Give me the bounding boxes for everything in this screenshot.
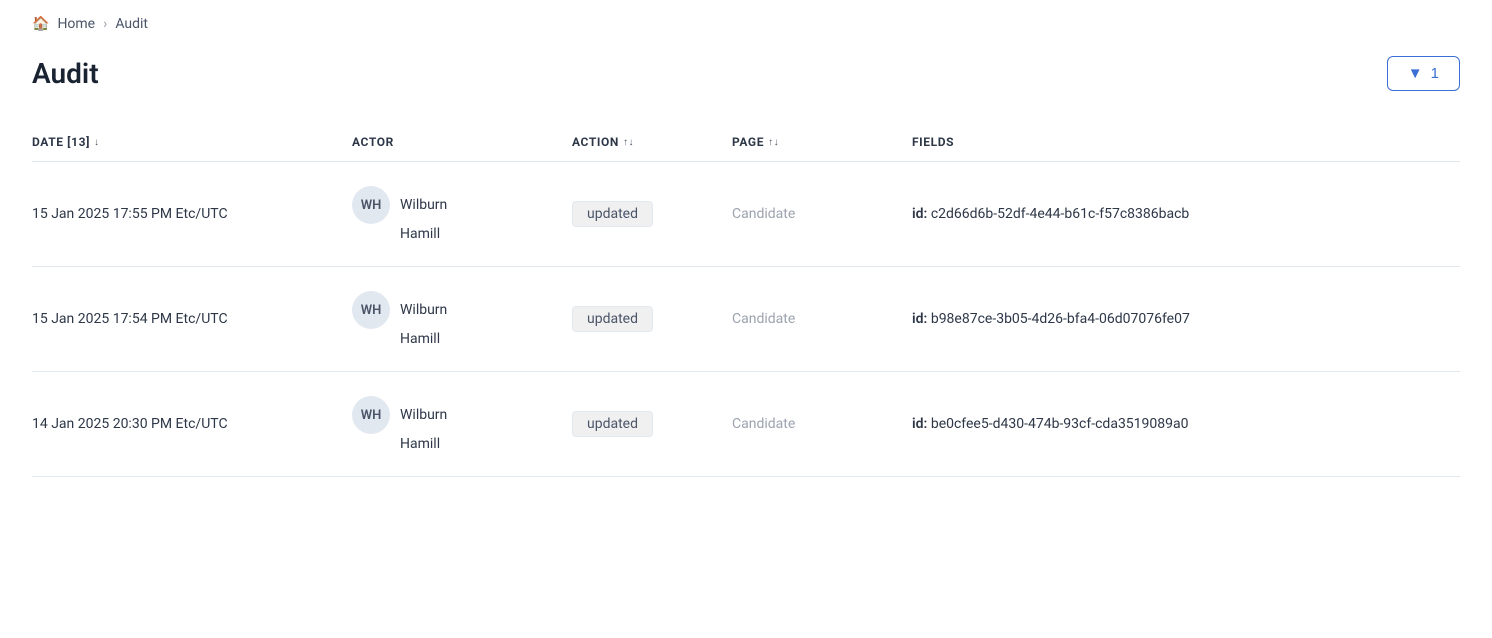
filter-button[interactable]: ▼ 1 xyxy=(1387,56,1460,91)
filter-icon: ▼ xyxy=(1408,65,1423,82)
column-actor: ACTOR xyxy=(352,135,572,149)
table-row: 15 Jan 2025 17:55 PM Etc/UTC WH Wilburn … xyxy=(32,162,1460,267)
audit-table: DATE [13] ↓ ACTOR ACTION ↑↓ PAGE ↑↓ FIEL… xyxy=(32,123,1460,477)
column-fields: FIELDS xyxy=(912,135,1460,149)
filter-count: 1 xyxy=(1431,65,1439,82)
fields-cell: id: be0cfee5-d430-474b-93cf-cda3519089a0 xyxy=(912,416,1460,432)
breadcrumb: 🏠 Home › Audit xyxy=(32,16,1460,32)
avatar: WH xyxy=(352,396,390,434)
table-header: DATE [13] ↓ ACTOR ACTION ↑↓ PAGE ↑↓ FIEL… xyxy=(32,123,1460,162)
actor-cell: WH Wilburn Hamill xyxy=(352,396,572,452)
page-cell: Candidate xyxy=(732,416,912,432)
actor-cell: WH Wilburn Hamill xyxy=(352,186,572,242)
table-row: 14 Jan 2025 20:30 PM Etc/UTC WH Wilburn … xyxy=(32,372,1460,477)
date-cell: 15 Jan 2025 17:55 PM Etc/UTC xyxy=(32,206,352,222)
page-cell: Candidate xyxy=(732,206,912,222)
fields-value: be0cfee5-d430-474b-93cf-cda3519089a0 xyxy=(931,416,1189,432)
fields-value: b98e87ce-3b05-4d26-bfa4-06d07076fe07 xyxy=(931,311,1190,327)
page-cell: Candidate xyxy=(732,311,912,327)
table-row: 15 Jan 2025 17:54 PM Etc/UTC WH Wilburn … xyxy=(32,267,1460,372)
column-action[interactable]: ACTION ↑↓ xyxy=(572,135,732,149)
date-cell: 15 Jan 2025 17:54 PM Etc/UTC xyxy=(32,311,352,327)
sort-icon-page: ↑↓ xyxy=(768,137,779,148)
actor-last-name: Hamill xyxy=(352,436,572,452)
actor-last-name: Hamill xyxy=(352,331,572,347)
avatar: WH xyxy=(352,291,390,329)
action-badge: updated xyxy=(572,306,653,332)
column-page[interactable]: PAGE ↑↓ xyxy=(732,135,912,149)
avatar: WH xyxy=(352,186,390,224)
sort-icon-date: ↓ xyxy=(94,137,100,148)
fields-value: c2d66d6b-52df-4e44-b61c-f57c8386bacb xyxy=(931,206,1189,222)
page-title: Audit xyxy=(32,57,99,90)
actor-first-name: Wilburn xyxy=(400,407,447,423)
fields-cell: id: b98e87ce-3b05-4d26-bfa4-06d07076fe07 xyxy=(912,311,1460,327)
home-icon: 🏠 xyxy=(32,16,49,32)
breadcrumb-home-label[interactable]: Home xyxy=(57,16,95,32)
column-date[interactable]: DATE [13] ↓ xyxy=(32,135,352,149)
breadcrumb-separator: › xyxy=(103,16,107,32)
action-badge: updated xyxy=(572,411,653,437)
breadcrumb-current: Audit xyxy=(115,16,148,32)
action-cell: updated xyxy=(572,201,732,227)
fields-cell: id: c2d66d6b-52df-4e44-b61c-f57c8386bacb xyxy=(912,206,1460,222)
actor-last-name: Hamill xyxy=(352,226,572,242)
date-cell: 14 Jan 2025 20:30 PM Etc/UTC xyxy=(32,416,352,432)
action-cell: updated xyxy=(572,411,732,437)
action-cell: updated xyxy=(572,306,732,332)
page-header: Audit ▼ 1 xyxy=(32,56,1460,91)
actor-cell: WH Wilburn Hamill xyxy=(352,291,572,347)
actor-first-name: Wilburn xyxy=(400,197,447,213)
actor-first-name: Wilburn xyxy=(400,302,447,318)
action-badge: updated xyxy=(572,201,653,227)
sort-icon-action: ↑↓ xyxy=(623,137,634,148)
